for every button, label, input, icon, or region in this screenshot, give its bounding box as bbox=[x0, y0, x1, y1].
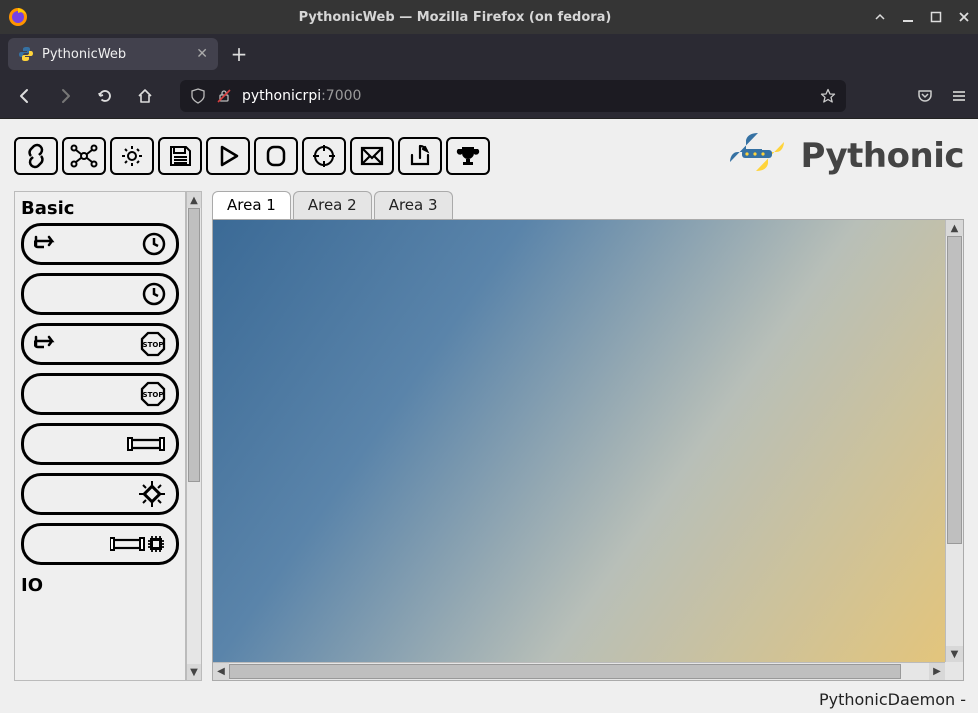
toolbar-mail-button[interactable] bbox=[350, 137, 394, 175]
svg-text:STOP: STOP bbox=[143, 341, 164, 349]
clock-icon bbox=[142, 232, 166, 256]
toolbar-stop-button[interactable] bbox=[254, 137, 298, 175]
window-title: PythonicWeb — Mozilla Firefox (on fedora… bbox=[36, 10, 874, 25]
new-tab-button[interactable]: + bbox=[224, 39, 254, 69]
pipe-element[interactable] bbox=[21, 423, 179, 465]
nav-forward-button[interactable] bbox=[50, 81, 80, 111]
element-palette: Basic STOP STOP bbox=[14, 191, 186, 681]
hamburger-menu-icon[interactable] bbox=[950, 87, 968, 105]
stop-sign-icon: STOP bbox=[140, 381, 166, 407]
svg-text:STOP: STOP bbox=[143, 391, 164, 399]
scroll-up-icon[interactable]: ▲ bbox=[946, 220, 963, 236]
toolbar-export-button[interactable] bbox=[398, 137, 442, 175]
mail-icon bbox=[357, 143, 387, 169]
url-host: pythonicrpi bbox=[242, 88, 321, 104]
scroll-right-icon[interactable]: ▶ bbox=[929, 663, 945, 680]
toolbar-save-button[interactable] bbox=[158, 137, 202, 175]
manual-stop-element[interactable]: STOP bbox=[21, 323, 179, 365]
shield-icon bbox=[190, 88, 206, 104]
workspace-canvas[interactable] bbox=[213, 220, 945, 662]
stop-shape-icon bbox=[261, 143, 291, 169]
scroll-left-icon[interactable]: ◀ bbox=[213, 663, 229, 680]
clock-icon bbox=[142, 282, 166, 306]
scroll-down-icon[interactable]: ▼ bbox=[946, 646, 963, 662]
tab-area-1[interactable]: Area 1 bbox=[212, 191, 291, 219]
toolbar-link-button[interactable] bbox=[14, 137, 58, 175]
pipe-process-element[interactable] bbox=[21, 523, 179, 565]
palette-category-basic: Basic bbox=[21, 196, 179, 223]
bookmark-star-icon[interactable] bbox=[820, 88, 836, 104]
play-icon bbox=[213, 143, 243, 169]
brand-logo: Pythonic bbox=[728, 129, 964, 183]
toolbar-settings-button[interactable] bbox=[110, 137, 154, 175]
export-icon bbox=[405, 143, 435, 169]
stop-sign-icon: STOP bbox=[140, 331, 166, 357]
lock-insecure-icon bbox=[216, 88, 232, 104]
browser-tab-title: PythonicWeb bbox=[42, 47, 126, 62]
firefox-app-icon bbox=[8, 7, 28, 27]
nav-reload-button[interactable] bbox=[90, 81, 120, 111]
url-port: :7000 bbox=[321, 88, 361, 104]
browser-tab-active[interactable]: PythonicWeb ✕ bbox=[8, 38, 218, 70]
toolbar-target-button[interactable] bbox=[302, 137, 346, 175]
window-close-icon[interactable] bbox=[958, 11, 970, 23]
window-titlebar: PythonicWeb — Mozilla Firefox (on fedora… bbox=[0, 0, 978, 34]
hand-icon bbox=[34, 233, 66, 255]
area-tabs: Area 1 Area 2 Area 3 bbox=[212, 191, 964, 219]
window-maximize-icon[interactable] bbox=[930, 11, 942, 23]
browser-navbar: pythonicrpi:7000 bbox=[0, 74, 978, 118]
chip-icon bbox=[138, 480, 166, 508]
toolbar-play-button[interactable] bbox=[206, 137, 250, 175]
pipe-chip-icon bbox=[110, 532, 166, 556]
trophy-icon bbox=[453, 143, 483, 169]
scheduler-element[interactable] bbox=[21, 223, 179, 265]
network-icon bbox=[69, 143, 99, 169]
scroll-up-icon[interactable]: ▲ bbox=[187, 192, 201, 208]
stop-element[interactable]: STOP bbox=[21, 373, 179, 415]
tab-area-2[interactable]: Area 2 bbox=[293, 191, 372, 219]
pythonic-logo-icon bbox=[728, 129, 792, 183]
toolbar-trophy-button[interactable] bbox=[446, 137, 490, 175]
status-bar: PythonicDaemon - bbox=[0, 685, 978, 713]
workspace-hscrollbar[interactable]: ◀ ▶ bbox=[213, 662, 945, 680]
url-bar[interactable]: pythonicrpi:7000 bbox=[180, 80, 846, 112]
palette-scrollbar[interactable]: ▲ ▼ bbox=[186, 191, 202, 681]
gear-icon bbox=[117, 143, 147, 169]
nav-back-button[interactable] bbox=[10, 81, 40, 111]
page-content: Pythonic Basic STOP bbox=[0, 118, 978, 713]
save-icon bbox=[165, 143, 195, 169]
status-text: PythonicDaemon - bbox=[819, 690, 966, 709]
close-tab-icon[interactable]: ✕ bbox=[196, 46, 208, 62]
workspace: Area 1 Area 2 Area 3 ▲ ▼ ◀ ▶ bbox=[212, 191, 964, 681]
brand-name: Pythonic bbox=[800, 136, 964, 176]
pocket-icon[interactable] bbox=[916, 87, 934, 105]
workspace-vscrollbar[interactable]: ▲ ▼ bbox=[945, 220, 963, 662]
palette-category-io: IO bbox=[21, 573, 179, 600]
browser-tabstrip: PythonicWeb ✕ + bbox=[0, 34, 978, 74]
link-icon bbox=[21, 143, 51, 169]
tab-area-3[interactable]: Area 3 bbox=[374, 191, 453, 219]
pipe-icon bbox=[126, 434, 166, 454]
window-minimize-icon[interactable] bbox=[902, 11, 914, 23]
process-element[interactable] bbox=[21, 473, 179, 515]
toolbar-network-button[interactable] bbox=[62, 137, 106, 175]
app-toolbar bbox=[14, 137, 490, 175]
scroll-down-icon[interactable]: ▼ bbox=[187, 664, 201, 680]
crosshair-icon bbox=[309, 143, 339, 169]
python-favicon bbox=[18, 46, 34, 62]
hand-icon bbox=[34, 333, 66, 355]
window-caret-icon[interactable] bbox=[874, 11, 886, 23]
nav-home-button[interactable] bbox=[130, 81, 160, 111]
clock-element[interactable] bbox=[21, 273, 179, 315]
